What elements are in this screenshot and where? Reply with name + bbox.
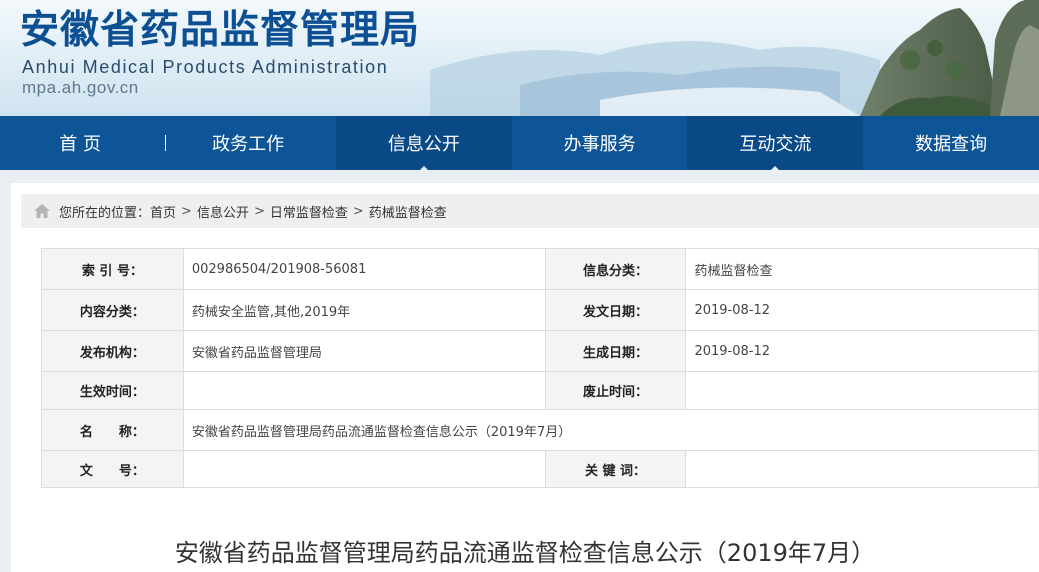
- info-category-label: 信息分类：: [544, 248, 687, 290]
- site-logo-english: Anhui Medical Products Administration: [22, 57, 389, 77]
- effective-time-label: 生效时间：: [41, 371, 184, 410]
- document-number-label: 文 号：: [41, 450, 184, 488]
- breadcrumb-separator: >: [352, 203, 364, 219]
- header-banner: 安徽省药品监督管理局 Anhui Medical Products Admini…: [0, 0, 1039, 116]
- site-domain: mpa.ah.gov.cn: [22, 78, 139, 97]
- document-name-label: 名 称：: [41, 409, 184, 451]
- nav-item-label: 首 页: [59, 134, 101, 155]
- index-number-label: 索 引 号：: [41, 248, 184, 290]
- document-name-value: 安徽省药品监督管理局药品流通监督检查信息公示（2019年7月）: [182, 409, 1039, 451]
- nav-item-info-disclosure[interactable]: 信息公开: [335, 116, 512, 171]
- document-number-value: [182, 450, 546, 488]
- nav-item-government-affairs[interactable]: 政务工作: [160, 116, 336, 170]
- breadcrumb-prefix: 您所在的位置：: [59, 205, 151, 221]
- publisher-label: 发布机构：: [41, 330, 184, 372]
- abolish-time-label: 废止时间：: [544, 371, 687, 410]
- breadcrumb-link-daily-inspection[interactable]: 日常监督检查: [270, 202, 348, 221]
- abolish-time-value: [685, 371, 1039, 410]
- table-row: 索 引 号： 002986504/201908-56081 信息分类： 药械监督…: [41, 248, 1039, 290]
- article-title: 安徽省药品监督管理局药品流通监督检查信息公示（2019年7月）: [174, 539, 876, 567]
- issue-date-value: 2019-08-12: [685, 289, 1039, 331]
- nav-item-label: 政务工作: [212, 134, 285, 155]
- keywords-label: 关 键 词：: [544, 450, 687, 488]
- table-row: 名 称： 安徽省药品监督管理局药品流通监督检查信息公示（2019年7月）: [41, 409, 1039, 451]
- main-nav: 首 页 政务工作 信息公开 办事服务 互动交流 数据查询: [0, 116, 1039, 171]
- issue-date-label: 发文日期：: [544, 289, 687, 331]
- table-row: 文 号： 关 键 词：: [41, 450, 1039, 488]
- nav-divider: [165, 135, 166, 151]
- table-row: 生效时间： 废止时间：: [41, 371, 1039, 410]
- info-category-value: 药械监督检查: [685, 248, 1039, 290]
- created-date-label: 生成日期：: [544, 330, 687, 372]
- home-icon: [34, 204, 50, 218]
- table-row: 发布机构： 安徽省药品监督管理局 生成日期： 2019-08-12: [41, 330, 1039, 372]
- index-number-value: 002986504/201908-56081: [182, 248, 546, 290]
- nav-item-label: 信息公开: [387, 134, 460, 155]
- nav-item-label: 数据查询: [915, 134, 988, 155]
- document-info-table: 索 引 号： 002986504/201908-56081 信息分类： 药械监督…: [41, 248, 1039, 488]
- breadcrumb-link-info-disclosure[interactable]: 信息公开: [197, 202, 249, 221]
- nav-active-caret: [770, 166, 781, 171]
- breadcrumb: 您所在的位置： 首页 > 信息公开 > 日常监督检查 > 药械监督检查: [21, 194, 1039, 228]
- effective-time-value: [182, 371, 546, 410]
- site-logo-title[interactable]: 安徽省药品监督管理局: [20, 6, 420, 54]
- nav-item-home[interactable]: 首 页: [0, 116, 160, 170]
- nav-item-interaction[interactable]: 互动交流: [687, 116, 864, 171]
- table-row: 内容分类： 药械安全监管,其他,2019年 发文日期： 2019-08-12: [41, 289, 1039, 331]
- breadcrumb-separator: >: [181, 203, 192, 219]
- breadcrumb-link-home[interactable]: 首页: [150, 202, 176, 221]
- nav-item-label: 互动交流: [739, 134, 812, 155]
- publisher-value: 安徽省药品监督管理局: [182, 330, 546, 372]
- nav-item-data-query[interactable]: 数据查询: [863, 116, 1039, 170]
- breadcrumb-separator: >: [253, 203, 265, 219]
- nav-item-services[interactable]: 办事服务: [512, 116, 688, 170]
- content-category-label: 内容分类：: [41, 289, 184, 331]
- nav-item-label: 办事服务: [563, 134, 636, 155]
- nav-active-caret: [418, 166, 429, 171]
- breadcrumb-link-device-inspection[interactable]: 药械监督检查: [369, 202, 447, 221]
- keywords-value: [685, 450, 1039, 488]
- content-category-value: 药械安全监管,其他,2019年: [182, 289, 546, 331]
- created-date-value: 2019-08-12: [685, 330, 1039, 372]
